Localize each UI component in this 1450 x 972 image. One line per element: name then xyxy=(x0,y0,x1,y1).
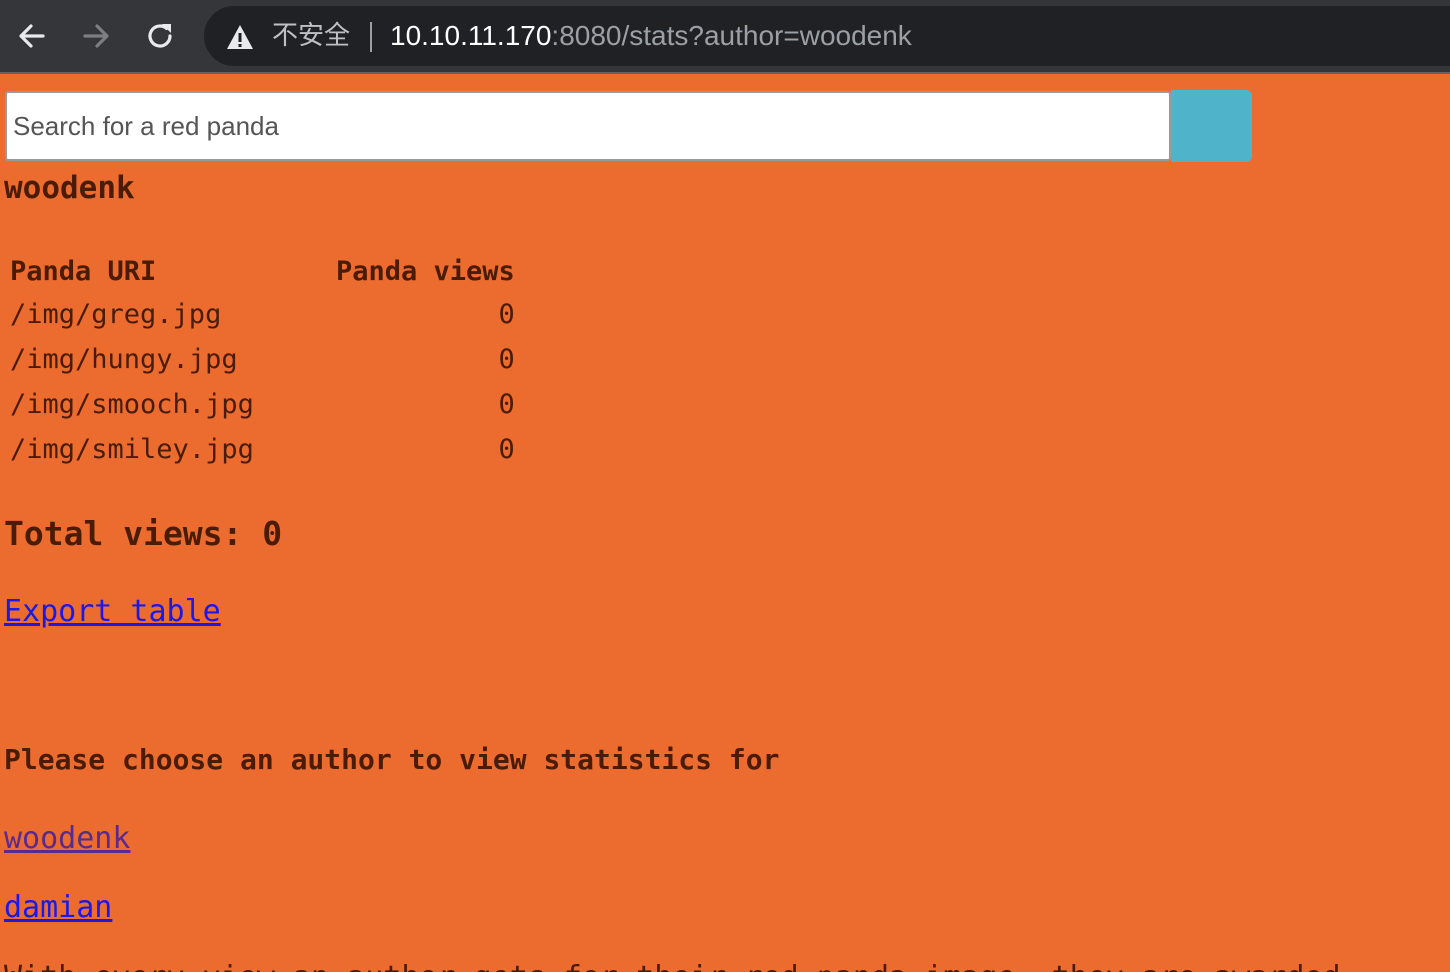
total-views-value: 0 xyxy=(262,514,283,553)
stats-table: Panda URI Panda views /img/greg.jpg 0 /i… xyxy=(4,248,521,474)
choose-author-heading: Please choose an author to view statisti… xyxy=(4,743,780,776)
omnibox-divider xyxy=(370,22,372,52)
panda-uri-cell: /img/greg.jpg xyxy=(10,299,222,330)
column-header-uri: Panda URI xyxy=(10,255,157,287)
back-button[interactable] xyxy=(8,12,56,60)
author-link-damian[interactable]: damian xyxy=(4,888,112,928)
export-table-link[interactable]: Export table xyxy=(4,592,221,632)
table-row: /img/smiley.jpg 0 xyxy=(10,429,515,470)
table-header-row: Panda URI Panda views xyxy=(10,252,515,290)
search-input[interactable] xyxy=(5,91,1171,161)
table-row: /img/greg.jpg 0 xyxy=(10,294,515,335)
total-views-label: Total views: xyxy=(4,514,243,553)
forward-arrow-icon xyxy=(83,24,109,48)
panda-views-cell: 0 xyxy=(498,344,515,375)
panda-views-cell: 0 xyxy=(498,299,515,330)
panda-uri-cell: /img/smiley.jpg xyxy=(10,434,254,465)
panda-views-cell: 0 xyxy=(498,389,515,420)
security-label[interactable]: 不安全 xyxy=(272,19,350,53)
panda-uri-cell: /img/smooch.jpg xyxy=(10,389,254,420)
reload-button[interactable] xyxy=(136,12,184,60)
author-name-heading: woodenk xyxy=(4,170,135,206)
forward-button[interactable] xyxy=(72,12,120,60)
back-arrow-icon xyxy=(19,24,45,48)
url-path: :8080/stats?author=woodenk xyxy=(551,20,912,51)
total-views: Total views: 0 xyxy=(4,512,282,556)
author-link-woodenk[interactable]: woodenk xyxy=(4,819,130,859)
browser-toolbar: 不安全 10.10.11.170:8080/stats?author=woode… xyxy=(0,0,1450,74)
panda-uri-cell: /img/hungy.jpg xyxy=(10,344,238,375)
url-text[interactable]: 10.10.11.170:8080/stats?author=woodenk xyxy=(390,18,912,54)
address-bar[interactable]: 不安全 10.10.11.170:8080/stats?author=woode… xyxy=(204,6,1450,66)
table-row: /img/hungy.jpg 0 xyxy=(10,339,515,380)
warning-triangle-icon[interactable] xyxy=(226,24,254,50)
search-button[interactable] xyxy=(1171,90,1252,162)
panda-views-cell: 0 xyxy=(498,434,515,465)
reload-icon xyxy=(148,24,172,48)
url-host: 10.10.11.170 xyxy=(390,20,552,51)
description-paragraph: With every view an author gets for their… xyxy=(4,958,1450,972)
table-row: /img/smooch.jpg 0 xyxy=(10,384,515,425)
column-header-views: Panda views xyxy=(336,255,515,287)
